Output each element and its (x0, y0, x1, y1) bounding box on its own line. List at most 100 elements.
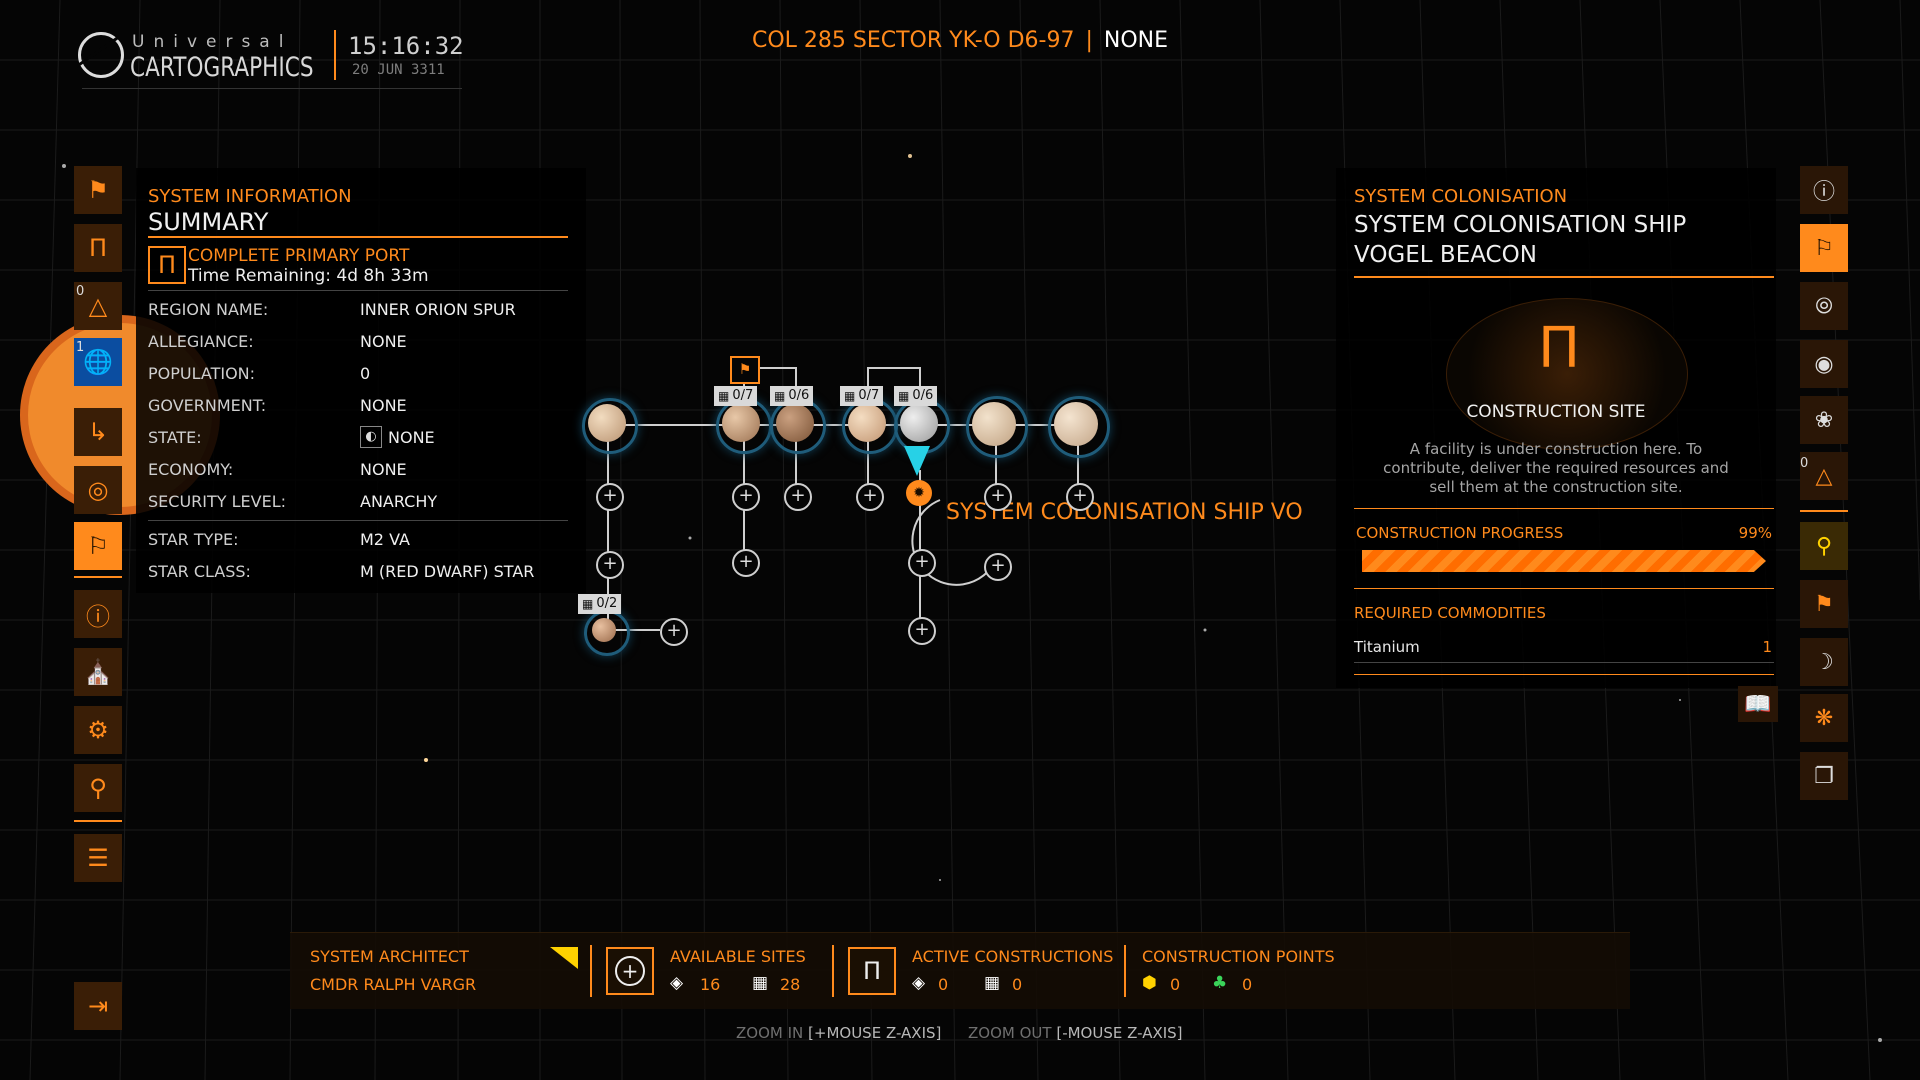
surface-site-icon: ▦ (898, 389, 910, 403)
right-nav-info[interactable]: ⓘ (1800, 166, 1848, 214)
planet-surface-icon: △ (1815, 463, 1833, 489)
codex-button[interactable]: 📖 (1738, 686, 1778, 722)
add-site-button[interactable]: + (660, 618, 688, 646)
add-site-button[interactable]: + (1066, 483, 1094, 511)
architect-flag-icon (550, 947, 578, 969)
flag-station-icon: ⚐ (1814, 235, 1834, 261)
target-circle-icon: ◉ (1814, 351, 1834, 377)
network-icon: ❋ (1814, 705, 1834, 731)
add-site-button[interactable]: + (732, 483, 760, 511)
sites-badge: ▦ 0/7 (840, 386, 884, 406)
planet-node[interactable] (972, 402, 1016, 446)
location-pin-icon: ⚲ (1815, 533, 1833, 559)
right-nav-divider (1800, 510, 1848, 512)
add-site-button[interactable]: + (908, 617, 936, 645)
bar-separator (1124, 945, 1126, 997)
add-site-button[interactable]: + (784, 483, 812, 511)
architect-bottom-bar: SYSTEM ARCHITECT CMDR RALPH VARGR + AVAI… (290, 932, 1630, 1009)
add-site-button[interactable]: + (856, 483, 884, 511)
surface-site-icon: ▦ (844, 389, 856, 403)
info-eye-icon: ⓘ (1812, 180, 1835, 205)
surface-site-icon: ▦ (752, 973, 769, 993)
construction-site-icon: Π (1538, 316, 1581, 381)
sites-badge-count: 0/7 (858, 388, 880, 403)
right-nav-location[interactable]: ⚲ (1800, 522, 1848, 570)
layers-icon: ❐ (1814, 763, 1834, 789)
right-nav-scan[interactable]: ⦾ (1800, 282, 1848, 330)
add-site-button[interactable]: + (984, 553, 1012, 581)
zoom-out-label: ZOOM OUT (968, 1024, 1052, 1042)
construction-progress-bar (1362, 550, 1766, 572)
right-nav-surface-count: 0 (1800, 456, 1809, 471)
progress-label: CONSTRUCTION PROGRESS (1356, 524, 1564, 542)
zoom-in-label: ZOOM IN (736, 1024, 804, 1042)
sites-badge: ▦ 0/6 (894, 386, 938, 406)
system-colonisation-panel: SYSTEM COLONISATION SYSTEM COLONISATION … (1336, 168, 1776, 688)
right-nav-bookmark[interactable]: ⚑ (1800, 580, 1848, 628)
planet-node[interactable] (722, 404, 760, 442)
colonisation-section: SYSTEM COLONISATION (1354, 186, 1568, 207)
available-sites-label: AVAILABLE SITES (670, 947, 806, 966)
tier2-points-icon: ⬢ (1142, 973, 1157, 993)
divider (1354, 508, 1774, 509)
bookmark-marker-icon: ⚑ (730, 356, 760, 384)
orbital-site-icon: ◈ (912, 973, 926, 993)
commodity-name: Titanium (1354, 638, 1420, 656)
dna-icon: ❀ (1814, 407, 1834, 433)
available-orbital-count: 16 (700, 975, 721, 994)
surface-site-icon: ▦ (582, 597, 594, 611)
surface-site-icon: ▦ (774, 389, 786, 403)
bar-separator (832, 945, 834, 997)
planet-node[interactable] (900, 404, 938, 442)
right-nav-target[interactable]: ◉ (1800, 340, 1848, 388)
sites-badge: ▦ 0/2 (578, 594, 622, 614)
tier2-points-count: 0 (1170, 975, 1181, 994)
available-sites-icon: + (606, 947, 654, 995)
planet-node[interactable] (776, 404, 814, 442)
active-constructions-label: ACTIVE CONSTRUCTIONS (912, 947, 1114, 966)
bar-separator (590, 945, 592, 997)
add-site-button[interactable]: + (984, 483, 1012, 511)
colonisation-ship-node[interactable]: ✹ (906, 480, 932, 506)
add-site-button[interactable]: + (596, 483, 624, 511)
book-icon: 📖 (1744, 691, 1772, 717)
site-description: A facility is under construction here. T… (1383, 440, 1729, 496)
sites-badge: ▦ 0/6 (770, 386, 814, 406)
zoom-in-key: [+MOUSE Z-AXIS] (808, 1024, 942, 1042)
right-nav-moon[interactable]: ☽ (1800, 638, 1848, 686)
right-nav-biology[interactable]: ❀ (1800, 396, 1848, 444)
bookmark-icon: ⚑ (1814, 591, 1834, 617)
add-site-button[interactable]: + (596, 551, 624, 579)
planet-node[interactable] (588, 404, 626, 442)
add-site-button[interactable]: + (908, 549, 936, 577)
divider (1354, 588, 1774, 589)
colonisation-title-line1: SYSTEM COLONISATION SHIP (1354, 212, 1687, 238)
zoom-in-hint: ZOOM IN [+MOUSE Z-AXIS] (736, 1024, 941, 1042)
right-nav-station[interactable]: ⚐ (1800, 224, 1848, 272)
selection-marker-icon (904, 446, 930, 476)
colonisation-title-line2: VOGEL BEACON (1354, 242, 1537, 268)
divider (1354, 674, 1774, 675)
sites-badge-count: 0/7 (732, 388, 754, 403)
planet-node[interactable] (848, 404, 886, 442)
tier3-points-count: 0 (1242, 975, 1253, 994)
active-surface-count: 0 (1012, 975, 1023, 994)
divider (1354, 662, 1774, 663)
add-site-button[interactable]: + (732, 549, 760, 577)
surface-site-icon: ▦ (718, 389, 730, 403)
active-orbital-count: 0 (938, 975, 949, 994)
moon-icon: ☽ (1814, 649, 1834, 675)
architect-name: CMDR RALPH VARGR (310, 975, 477, 994)
sites-badge-count: 0/2 (596, 596, 618, 611)
planet-node[interactable] (1054, 402, 1098, 446)
title-underline (1354, 276, 1774, 278)
surface-site-icon: ▦ (984, 973, 1001, 993)
required-commodities-label: REQUIRED COMMODITIES (1354, 604, 1546, 622)
orbital-site-icon: ◈ (670, 973, 684, 993)
moon-node[interactable] (592, 618, 616, 642)
right-nav-network[interactable]: ❋ (1800, 694, 1848, 742)
available-surface-count: 28 (780, 975, 801, 994)
scan-icon: ⦾ (1815, 293, 1833, 319)
active-constructions-icon: Π (848, 947, 896, 995)
right-nav-layers[interactable]: ❐ (1800, 752, 1848, 800)
